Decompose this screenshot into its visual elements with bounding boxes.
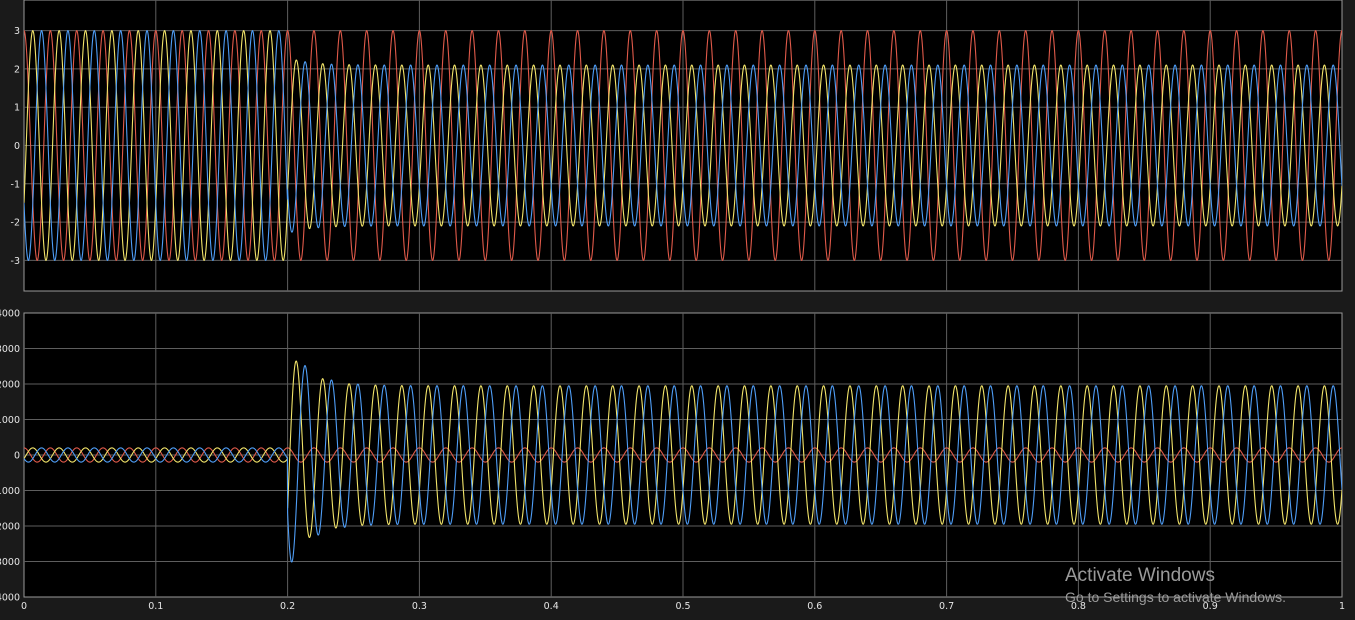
x-tick-label: 0.2	[280, 601, 295, 612]
y-tick-label: 3000	[0, 344, 20, 355]
x-tick-label: 0.7	[939, 601, 954, 612]
y-tick-label: 3	[14, 26, 20, 37]
y-tick-label: 4000	[0, 593, 20, 604]
x-tick-label: 0.1	[148, 601, 163, 612]
x-tick-label: 0.6	[807, 601, 822, 612]
scope-panel-2: 40003000200010000100020003000400000.10.2…	[0, 309, 1345, 613]
y-tick-label: 2000	[0, 380, 20, 391]
x-tick-label: 0.8	[1071, 601, 1086, 612]
y-tick-label: 1000	[0, 415, 20, 426]
y-tick-label: -3	[11, 256, 20, 267]
x-tick-label: 0.5	[675, 601, 690, 612]
y-tick-label: -2	[11, 218, 20, 229]
x-tick-label: 0.3	[412, 601, 427, 612]
x-tick-label: 1	[1339, 601, 1345, 612]
scope-figure: -3 -2 -1 0 1 2 3 4000 3000 2000 1000 0 1000 2000 3000 4…	[0, 0, 1345, 613]
scope-panel-1: -3 -2 -1 0 1 2 3	[11, 0, 1343, 292]
y-tick-label: 2000	[0, 522, 20, 533]
y-tick-label: 0	[14, 141, 20, 152]
x-tick-label: 0	[21, 601, 27, 612]
y-tick-label: 1000	[0, 486, 20, 497]
y-tick-label: 1	[14, 103, 20, 114]
y-tick-label: 0	[14, 451, 20, 462]
x-tick-label: 0.4	[544, 601, 559, 612]
y-tick-label: 3000	[0, 557, 20, 568]
y-tick-label: -1	[11, 179, 20, 190]
x-tick-label: 0.9	[1203, 601, 1218, 612]
y-tick-label: 4000	[0, 309, 20, 320]
y-tick-label: 2	[14, 64, 20, 75]
